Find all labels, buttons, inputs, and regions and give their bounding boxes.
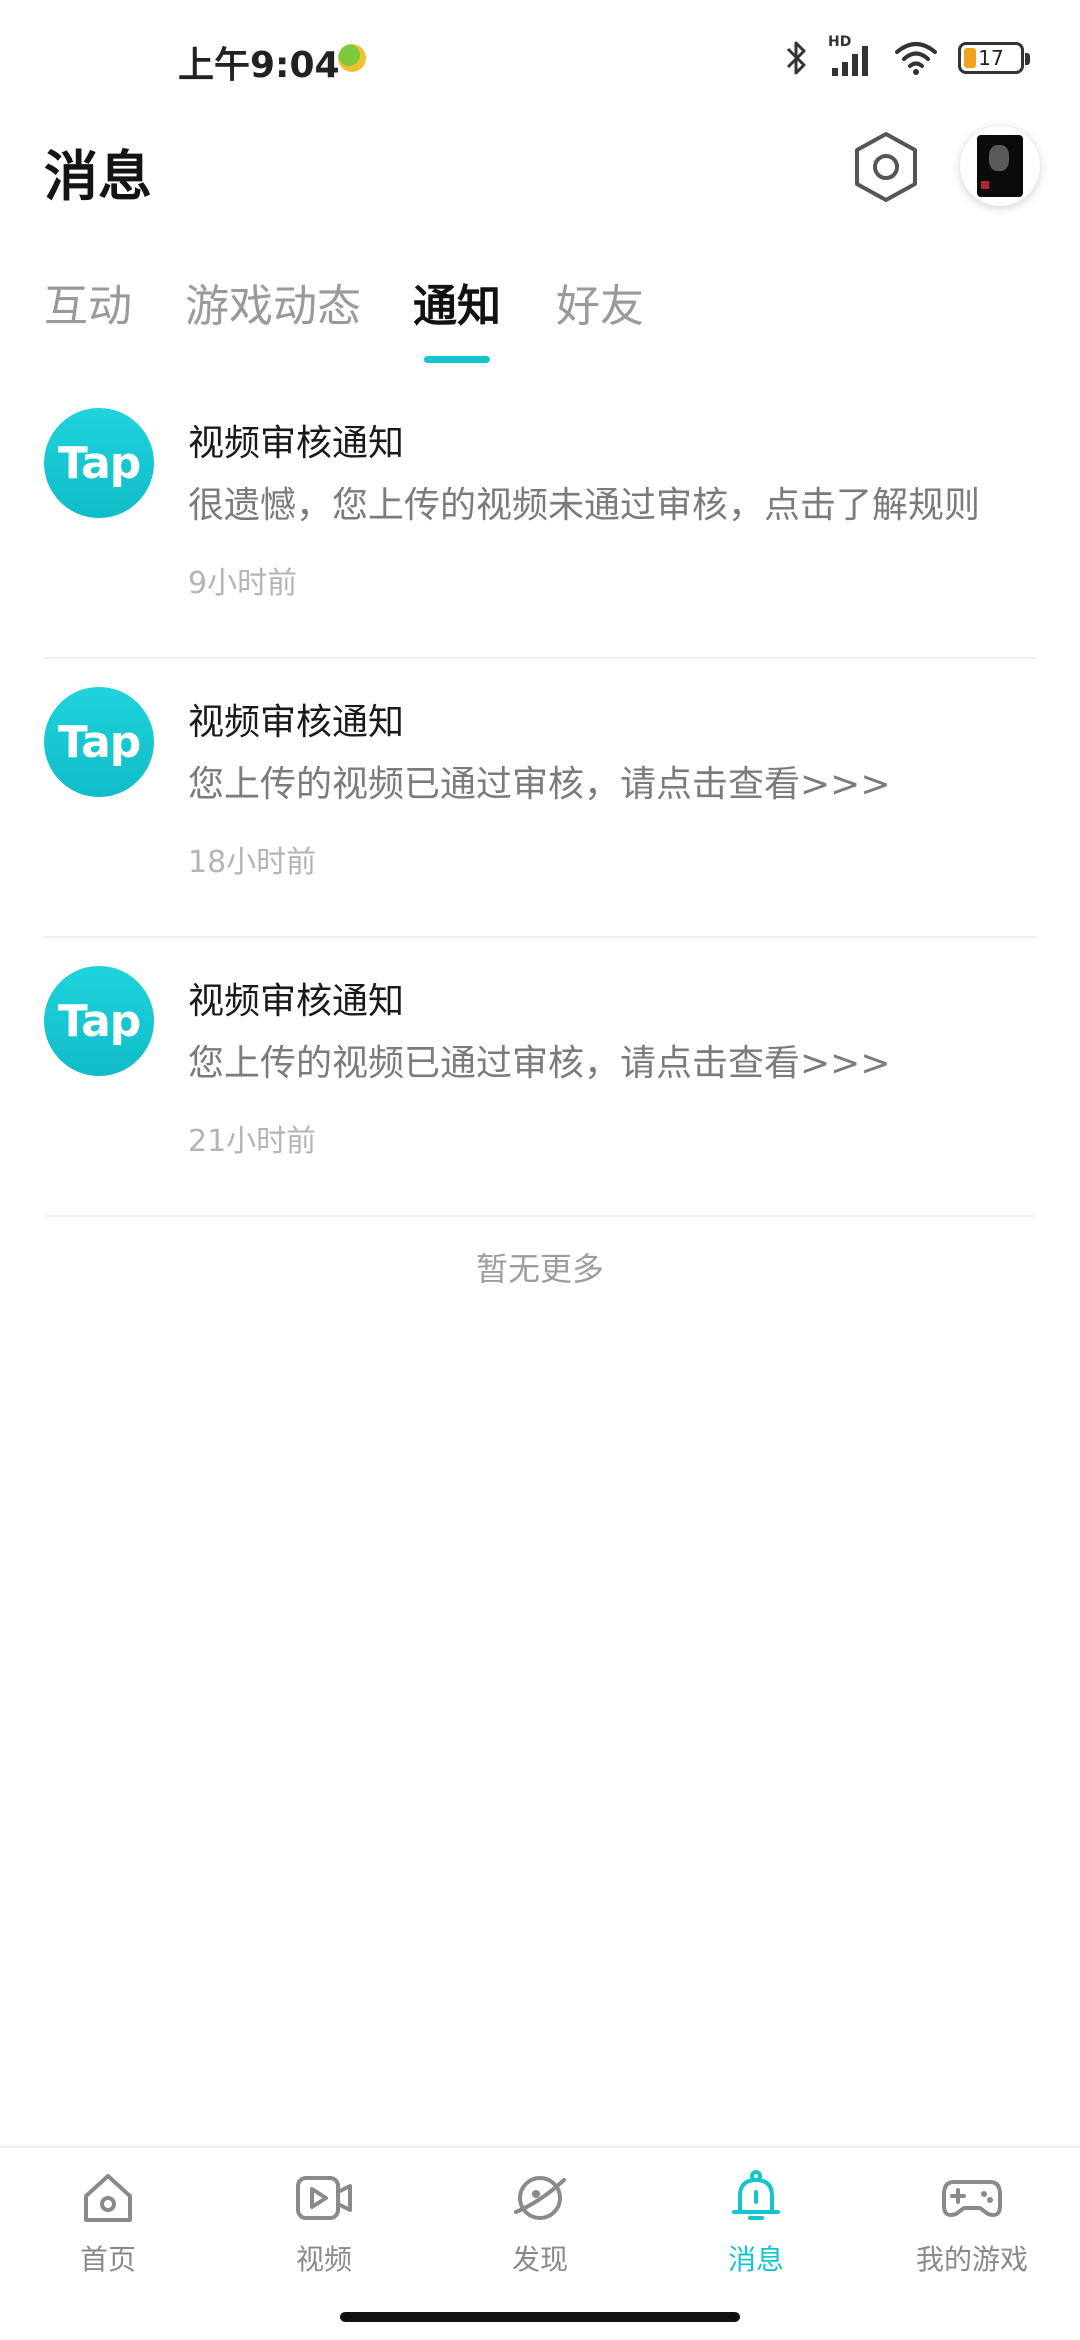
gamepad-icon xyxy=(942,2180,1002,2217)
gear-icon xyxy=(855,132,917,202)
wifi-icon xyxy=(895,42,937,75)
nav-item-video[interactable]: 视频 xyxy=(216,2168,432,2278)
planet-icon xyxy=(514,2176,566,2220)
tab-game-updates[interactable]: 游戏动态 xyxy=(185,270,361,334)
battery-fill xyxy=(964,48,976,68)
bottom-nav: 首页 视频 发现 消息 我的游戏 xyxy=(0,2146,1080,2296)
nav-label: 消息 xyxy=(727,2243,784,2276)
notification-title: 视频审核通知 xyxy=(188,423,405,464)
nav-item-my-games[interactable]: 我的游戏 xyxy=(864,2168,1080,2278)
tap-logo-icon: Tap xyxy=(44,408,154,518)
status-time: 上午9:04 xyxy=(178,45,340,86)
nav-item-discover[interactable]: 发现 xyxy=(432,2168,648,2278)
settings-button[interactable] xyxy=(852,130,920,204)
nav-label: 发现 xyxy=(511,2243,568,2276)
notification-item[interactable]: Tap 视频审核通知 很遗憾，您上传的视频未通过审核，点击了解规则 9小时前 xyxy=(0,380,1080,659)
notification-title: 视频审核通知 xyxy=(188,702,405,743)
avatar[interactable] xyxy=(960,126,1040,206)
tab-interaction[interactable]: 互动 xyxy=(44,270,132,334)
nav-item-home[interactable]: 首页 xyxy=(0,2168,216,2278)
notification-item[interactable]: Tap 视频审核通知 您上传的视频已通过审核，请点击查看>>> 21小时前 xyxy=(0,938,1080,1217)
avatar-image xyxy=(977,135,1023,197)
tab-notifications[interactable]: 通知 xyxy=(413,270,501,334)
tap-logo-icon: Tap xyxy=(44,966,154,1076)
cellular-signal: HD xyxy=(828,34,874,78)
notification-time: 21小时前 xyxy=(188,1124,317,1159)
notification-body: 很遗憾，您上传的视频未通过审核，点击了解规则 xyxy=(188,485,981,526)
page-title: 消息 xyxy=(44,145,152,208)
notification-list: Tap 视频审核通知 很遗憾，您上传的视频未通过审核，点击了解规则 9小时前 T… xyxy=(0,380,1080,1217)
tab-friends[interactable]: 好友 xyxy=(556,270,644,334)
divider xyxy=(44,1215,1036,1217)
notification-time: 9小时前 xyxy=(188,566,298,601)
home-indicator[interactable] xyxy=(340,2312,740,2322)
notification-time: 18小时前 xyxy=(188,845,317,880)
message-tabs: 互动 游戏动态 通知 好友 xyxy=(0,270,1080,370)
notification-item[interactable]: Tap 视频审核通知 您上传的视频已通过审核，请点击查看>>> 18小时前 xyxy=(0,659,1080,938)
notification-title: 视频审核通知 xyxy=(188,981,405,1022)
notification-body: 您上传的视频已通过审核，请点击查看>>> xyxy=(188,1043,891,1084)
video-icon xyxy=(296,2176,352,2220)
battery-level: 17 xyxy=(978,46,1004,70)
nav-label: 我的游戏 xyxy=(915,2243,1028,2276)
battery-icon: 17 xyxy=(958,42,1030,74)
bluetooth-icon xyxy=(786,41,806,75)
status-icons: HD 17 xyxy=(784,34,1030,80)
message-screen: 上午9:04 HD 17 消息 互动 游戏动态 通知 好友 Tap 视频审核通知… xyxy=(0,0,1080,2340)
tap-logo-icon: Tap xyxy=(44,687,154,797)
notification-body: 您上传的视频已通过审核，请点击查看>>> xyxy=(188,764,891,805)
bell-icon xyxy=(732,2170,780,2220)
notification-app-icon xyxy=(338,44,366,72)
nav-label: 视频 xyxy=(295,2243,352,2276)
active-tab-indicator xyxy=(424,356,490,363)
nav-item-messages[interactable]: 消息 xyxy=(648,2168,864,2278)
home-icon xyxy=(84,2174,132,2222)
signal-icon xyxy=(832,46,868,76)
nav-label: 首页 xyxy=(79,2243,136,2276)
header: 消息 xyxy=(0,120,1080,220)
status-bar: 上午9:04 HD 17 xyxy=(0,0,1080,120)
list-end-text: 暂无更多 xyxy=(475,1250,604,1288)
